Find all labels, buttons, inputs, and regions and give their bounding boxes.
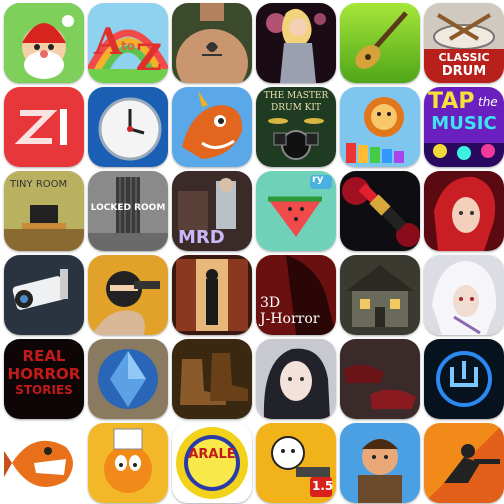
dragon-game-icon[interactable] xyxy=(172,87,252,167)
fashion-girl-icon[interactable] xyxy=(256,3,336,83)
letter-z: Z xyxy=(135,37,162,79)
mrd-game-icon[interactable]: MRD xyxy=(172,171,252,251)
white-hair-anime-icon[interactable] xyxy=(424,255,504,335)
real-label: REAL xyxy=(22,347,66,365)
clock-app-icon[interactable] xyxy=(88,87,168,167)
a-to-z-icon[interactable]: A to Z xyxy=(88,3,168,83)
stories-label: STORIES xyxy=(15,383,73,397)
garfield-game-icon[interactable] xyxy=(88,423,168,503)
app-icon-grid: A to Z CLASSIC DRUM THE MASTER DRUM KIT … xyxy=(0,0,504,504)
action-shooter-icon[interactable] xyxy=(424,423,504,503)
dark-hair-girl-icon[interactable] xyxy=(256,339,336,419)
tap-the-music-icon[interactable]: TAP the MUSIC xyxy=(424,87,504,167)
horror-label: HORROR xyxy=(7,365,81,383)
security-camera-icon[interactable] xyxy=(4,255,84,335)
brawler-game-icon[interactable] xyxy=(340,423,420,503)
boots-game-icon[interactable] xyxy=(172,339,252,419)
music-label: MUSIC xyxy=(431,113,497,134)
master-drum-kit-icon[interactable]: THE MASTER DRUM KIT xyxy=(256,87,336,167)
piranha-game-icon[interactable] xyxy=(4,423,84,503)
robber-game-icon[interactable] xyxy=(88,255,168,335)
3d-j-horror-icon[interactable]: 3D J-Horror xyxy=(256,255,336,335)
arale-game-icon[interactable]: ARALE xyxy=(172,423,252,503)
ry-badge: ry xyxy=(312,174,324,185)
drum-label: DRUM xyxy=(441,64,487,79)
guitar-app-icon[interactable] xyxy=(340,3,420,83)
lion-xylophone-icon[interactable] xyxy=(340,87,420,167)
locked-room-icon[interactable]: LOCKED ROOM xyxy=(88,171,168,251)
blue-gem-icon[interactable] xyxy=(88,339,168,419)
drum-kit-label: DRUM KIT xyxy=(271,103,321,113)
red-hair-anime-icon[interactable] xyxy=(424,171,504,251)
arale-label: ARALE xyxy=(188,447,236,462)
watermelon-app-icon[interactable]: ry xyxy=(256,171,336,251)
tiny-room-label: TINY ROOM xyxy=(10,179,68,190)
tap-label: TAP xyxy=(428,89,475,114)
haunted-house-icon[interactable] xyxy=(340,255,420,335)
version-badge: 1.5 xyxy=(312,479,334,493)
red-z-app-icon[interactable] xyxy=(4,87,84,167)
tattoo-app-icon[interactable] xyxy=(172,3,252,83)
red-shoes-icon[interactable] xyxy=(340,339,420,419)
lipstick-app-icon[interactable] xyxy=(340,171,420,251)
real-horror-stories-icon[interactable]: REAL HORROR STORIES xyxy=(4,339,84,419)
mansion-door-icon[interactable] xyxy=(172,255,252,335)
santa-game-icon[interactable] xyxy=(4,3,84,83)
j-horror-label: J-Horror xyxy=(260,311,320,327)
mrd-label: MRD xyxy=(178,227,225,248)
classic-label: CLASSIC xyxy=(438,51,490,64)
the-label: the xyxy=(478,95,498,109)
classic-drum-icon[interactable]: CLASSIC DRUM xyxy=(424,3,504,83)
blue-power-icon[interactable] xyxy=(424,339,504,419)
locked-room-label: LOCKED ROOM xyxy=(90,203,166,213)
tiny-room-icon[interactable]: TINY ROOM xyxy=(4,171,84,251)
3d-label: 3D xyxy=(260,295,281,311)
shooter-stickman-icon[interactable]: 1.5 xyxy=(256,423,336,503)
master-label: THE MASTER xyxy=(263,91,329,101)
